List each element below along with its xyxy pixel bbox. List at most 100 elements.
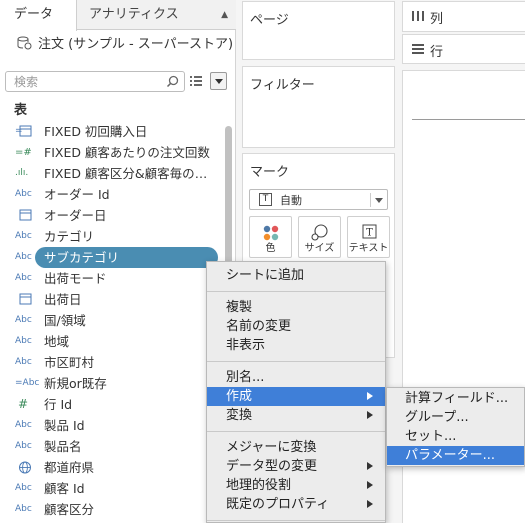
marks-color-button[interactable]: 色 [249, 216, 292, 258]
section-header-tables: 表 [14, 103, 28, 118]
context-menu-item[interactable]: シートに追加 [207, 266, 385, 285]
string-icon: Abc [15, 357, 32, 367]
tab-data[interactable]: データ [0, 0, 77, 31]
data-pane-menu-button[interactable] [210, 72, 227, 90]
field-item[interactable]: Abc 国/領域 [0, 310, 222, 331]
field-item-label: FIXED 顧客あたりの注文回数 [44, 145, 210, 160]
list-view-icon[interactable] [189, 74, 203, 88]
marks-text-button[interactable]: T テキスト [347, 216, 390, 258]
data-source-item[interactable]: 注文 (サンプル - スーパーストア) [16, 34, 233, 56]
context-menu-item[interactable]: 別名... [207, 368, 385, 387]
field-item[interactable]: Abc 市区町村 [0, 352, 222, 373]
string-icon: Abc [15, 420, 32, 430]
menu-separator [207, 361, 385, 362]
data-pane: データ アナリティクス ▲ 注文 (サンプル - スーパーストア) 表 = FIX… [0, 0, 236, 523]
calculated-number-icon: =# [15, 147, 32, 158]
submenu-item-label: セット... [405, 429, 457, 444]
context-menu-item[interactable]: 既定のプロパティ [207, 495, 385, 514]
submenu-arrow-icon [367, 481, 373, 489]
search-icon[interactable] [166, 75, 179, 88]
context-menu-item-label: 非表示 [226, 338, 266, 353]
context-menu-item-label: 名前の変更 [226, 319, 292, 334]
field-item-label: 出荷日 [44, 292, 82, 307]
submenu-item[interactable]: 計算フィールド... [387, 389, 524, 408]
context-menu-item[interactable]: 変換 [207, 406, 385, 425]
field-item-label: 行 Id [44, 397, 73, 412]
calculated-date-icon: = [15, 121, 39, 142]
submenu-arrow-icon [367, 392, 373, 400]
search-input[interactable] [6, 72, 156, 91]
field-item[interactable]: Abc 顧客区分 [0, 499, 222, 520]
marks-text-label: テキスト [348, 243, 389, 254]
context-menu-item[interactable]: 作成 [207, 387, 385, 406]
context-menu-item[interactable]: 名前の変更 [207, 317, 385, 336]
field-item[interactable]: Abc 製品名 [0, 436, 222, 457]
context-menu-item-label: 別名... [226, 370, 265, 385]
field-item[interactable]: = FIXED 初回購入日 [0, 121, 222, 142]
string-icon: Abc [15, 483, 32, 493]
context-menu-item-label: シートに追加 [226, 268, 305, 283]
tab-data-label: データ [14, 7, 54, 22]
columns-shelf-label: 列 [430, 12, 444, 27]
field-item[interactable]: # 行 Id [0, 394, 222, 415]
field-item[interactable]: 都道府県 [0, 457, 222, 478]
field-item[interactable]: Abc オーダー Id [0, 184, 222, 205]
data-source-label: 注文 (サンプル - スーパーストア) [38, 37, 234, 52]
tab-analytics-label: アナリティクス [89, 7, 179, 22]
field-item[interactable]: Abc サブカテゴリ [0, 247, 222, 268]
string-icon: Abc [15, 336, 32, 346]
tab-analytics[interactable]: アナリティクス ▲ [77, 0, 236, 30]
mark-type-dropdown[interactable]: T 自動 [249, 189, 388, 210]
context-menu-item-label: 地理的役割 [226, 478, 292, 493]
field-item[interactable]: Abc カテゴリ [0, 226, 222, 247]
context-menu-item[interactable]: 複製 [207, 298, 385, 317]
field-item-label: FIXED 顧客区分&顧客毎の売... [44, 166, 214, 181]
columns-shelf[interactable]: 列 [402, 1, 525, 32]
rows-shelf[interactable]: 行 [402, 34, 525, 64]
field-context-menu: シートに追加複製名前の変更非表示別名... 作成変換メジャーに変換 データ型の変更地… [206, 261, 386, 523]
filters-shelf-title: フィルター [250, 78, 315, 93]
pages-shelf[interactable]: ページ [242, 1, 395, 60]
submenu-item[interactable]: パラメーター... [387, 446, 524, 465]
field-item[interactable]: Abc 出荷モード [0, 268, 222, 289]
field-item-label: 都道府県 [44, 460, 95, 475]
submenu-arrow-icon [367, 500, 373, 508]
submenu-item[interactable]: グループ... [387, 408, 524, 427]
field-item[interactable]: =# FIXED 顧客あたりの注文回数 [0, 142, 222, 163]
field-item[interactable]: Abc 顧客 Id [0, 478, 222, 499]
geo-icon [15, 457, 39, 478]
field-item-label: FIXED 初回購入日 [44, 124, 148, 139]
search-box [5, 71, 185, 92]
marks-size-button[interactable]: サイズ [298, 216, 341, 258]
field-item[interactable]: Abc 製品 Id [0, 415, 222, 436]
number-icon: # [18, 397, 29, 411]
field-item[interactable]: Abc 地域 [0, 331, 222, 352]
context-menu-item[interactable]: 非表示 [207, 336, 385, 355]
submenu-arrow-icon [367, 411, 373, 419]
context-menu-item[interactable]: データ型の変更 [207, 457, 385, 476]
field-item[interactable]: 出荷日 [0, 289, 222, 310]
context-menu-item[interactable]: 地理的役割 [207, 476, 385, 495]
filters-shelf[interactable]: フィルター [242, 66, 395, 148]
svg-text:=: = [15, 126, 23, 136]
field-item-label: オーダー Id [44, 187, 110, 202]
menu-separator [207, 520, 385, 521]
context-menu-item[interactable]: メジャーに変換 [207, 438, 385, 457]
rows-shelf-label: 行 [430, 45, 444, 60]
field-item-label: 出荷モード [44, 271, 107, 286]
field-list-scrollbar-thumb[interactable] [225, 126, 232, 266]
field-item[interactable]: .ılı. FIXED 顧客区分&顧客毎の売... [0, 163, 222, 184]
field-item[interactable]: =Abc 新規or既存 [0, 373, 222, 394]
submenu-item-label: 計算フィールド... [405, 391, 509, 406]
datasource-icon [17, 36, 32, 50]
field-item-label: 製品名 [44, 439, 82, 454]
field-item[interactable]: オーダー日 [0, 205, 222, 226]
submenu-item[interactable]: セット... [387, 427, 524, 446]
chevron-down-icon [375, 198, 383, 203]
rows-icon [412, 44, 424, 54]
context-menu-item-label: 変換 [226, 408, 253, 423]
field-item-label: 新規or既存 [44, 376, 107, 391]
tab-switch-arrows-icon[interactable]: ▲ [221, 0, 228, 30]
mark-type-label: 自動 [280, 194, 302, 207]
pane-tab-bar: データ アナリティクス ▲ [0, 0, 236, 31]
